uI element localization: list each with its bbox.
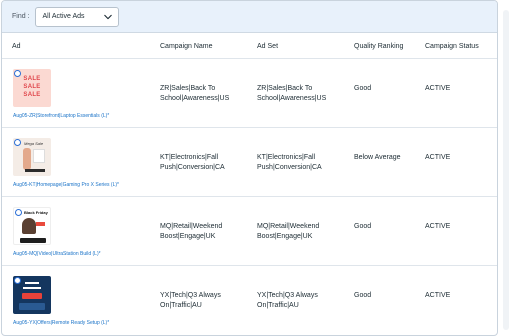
campaign-name-cell: YX|Tech|Q3 Always On|Traffic|AU	[160, 292, 221, 309]
thumbnail-card	[33, 149, 45, 163]
column-header-campaign-status[interactable]: Campaign Status	[425, 43, 479, 50]
column-header-campaign-name[interactable]: Campaign Name	[160, 43, 213, 50]
thumbnail-text: Mega Sale	[24, 141, 44, 146]
ad-thumbnail[interactable]: SALE SALE SALE	[13, 69, 51, 107]
ad-name-link[interactable]: Aug05-YX|Offers|Remote Ready Setup (L)*	[13, 320, 109, 326]
quality-ranking-cell: Good	[354, 292, 372, 299]
campaign-name-cell: MQ|Retail|Weekend Boost|Engage|UK	[160, 223, 223, 240]
thumbnail-text: Black Friday	[24, 210, 48, 215]
column-header-quality-ranking[interactable]: Quality Ranking	[354, 43, 403, 50]
quality-ranking-cell: Below Average	[354, 154, 401, 161]
ad-set-cell: YX|Tech|Q3 Always On|Traffic|AU	[257, 292, 318, 309]
chevron-down-icon	[103, 14, 112, 19]
thumbnail-figure	[23, 148, 31, 170]
ad-name-link[interactable]: Aug05-MQ|Video|UltraStation Build (L)*	[13, 251, 101, 257]
campaign-name-cell: KT|Electronics|Fall Push|Conversion|CA	[160, 154, 225, 171]
campaign-status-cell: ACTIVE	[425, 85, 451, 92]
thumbnail-device	[19, 303, 45, 310]
thumbnail-bar	[25, 169, 45, 172]
thumbnail-tag	[36, 222, 45, 226]
ad-thumbnail[interactable]	[13, 276, 51, 314]
ads-table-panel: Find : All Active Ads Ad Campaign Name A…	[1, 0, 498, 336]
thumbnail-text: SALE	[23, 76, 41, 82]
ad-set-cell: ZR|Sales|Back To School|Awareness|US	[257, 85, 327, 102]
ad-name-link[interactable]: Aug05-KT|Homepage|Gaming Pro X Series (L…	[13, 182, 119, 188]
thumbnail-bar	[20, 238, 46, 243]
brand-badge-icon	[14, 277, 21, 284]
ad-name-link[interactable]: Aug05-ZR|Storefront|Laptop Essentials (L…	[13, 113, 109, 119]
find-label: Find :	[12, 13, 30, 20]
ad-thumbnail[interactable]: Mega Sale	[13, 138, 51, 176]
thumbnail-text: SALE	[23, 92, 41, 98]
campaign-status-cell: ACTIVE	[425, 223, 451, 230]
brand-badge-icon	[15, 209, 22, 216]
filter-bar: Find : All Active Ads	[2, 1, 497, 33]
quality-ranking-cell: Good	[354, 223, 372, 230]
scrollbar-thumb[interactable]	[503, 10, 509, 330]
ad-set-cell: MQ|Retail|Weekend Boost|Engage|UK	[257, 223, 320, 240]
ad-set-cell: KT|Electronics|Fall Push|Conversion|CA	[257, 154, 322, 171]
table-row: Black Friday Aug05-MQ|Video|UltraStation…	[2, 197, 497, 266]
thumbnail-figure	[22, 218, 36, 234]
column-header-ad-set[interactable]: Ad Set	[257, 43, 278, 50]
campaign-status-cell: ACTIVE	[425, 154, 451, 161]
brand-badge-icon	[14, 139, 21, 146]
ads-filter-value: All Active Ads	[42, 13, 85, 20]
table-header: Ad Campaign Name Ad Set Quality Ranking …	[2, 33, 497, 59]
scrollbar[interactable]	[500, 0, 512, 336]
campaign-status-cell: ACTIVE	[425, 292, 451, 299]
campaign-name-cell: ZR|Sales|Back To School|Awareness|US	[160, 85, 230, 102]
thumbnail-text: SALE	[23, 84, 41, 90]
thumbnail-line	[23, 287, 41, 289]
table-row: Mega Sale Aug05-KT|Homepage|Gaming Pro X…	[2, 128, 497, 197]
thumbnail-line	[25, 282, 39, 284]
thumbnail-button	[22, 293, 42, 299]
table-row: SALE SALE SALE Aug05-ZR|Storefront|Lapto…	[2, 59, 497, 128]
ads-filter-dropdown[interactable]: All Active Ads	[34, 6, 119, 27]
quality-ranking-cell: Good	[354, 85, 372, 92]
table-row: Aug05-YX|Offers|Remote Ready Setup (L)* …	[2, 266, 497, 335]
ad-thumbnail[interactable]: Black Friday	[13, 207, 51, 245]
column-header-ad[interactable]: Ad	[12, 43, 21, 50]
